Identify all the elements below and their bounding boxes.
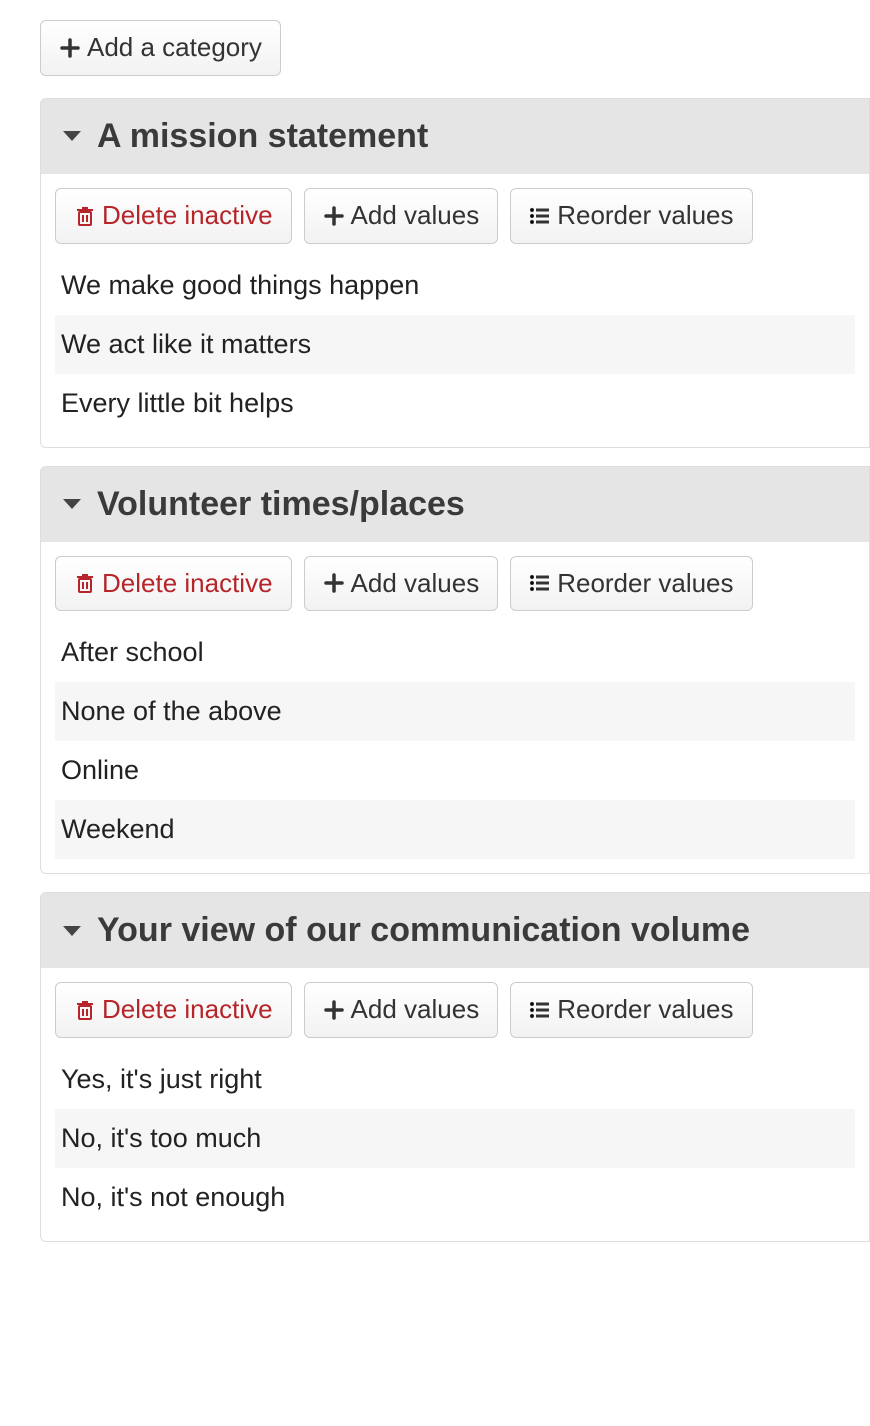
category-action-row: Delete inactive Add values Reorder values (55, 188, 855, 244)
category-title: Volunteer times/places (97, 485, 465, 524)
reorder-values-button[interactable]: Reorder values (510, 188, 752, 244)
add-values-label: Add values (351, 199, 480, 233)
category-action-row: Delete inactive Add values Reorder values (55, 556, 855, 612)
value-row[interactable]: None of the above (55, 682, 855, 741)
plus-icon (323, 572, 345, 594)
list-icon (529, 205, 551, 227)
delete-inactive-label: Delete inactive (102, 199, 273, 233)
value-row[interactable]: Yes, it's just right (55, 1050, 855, 1109)
value-row[interactable]: After school (55, 623, 855, 682)
reorder-values-label: Reorder values (557, 993, 733, 1027)
reorder-values-label: Reorder values (557, 199, 733, 233)
trash-icon (74, 999, 96, 1021)
delete-inactive-label: Delete inactive (102, 567, 273, 601)
add-category-button[interactable]: Add a category (40, 20, 281, 76)
category-panel: Volunteer times/places Delete inactive Add… (40, 466, 870, 875)
add-values-label: Add values (351, 567, 480, 601)
category-panel: Your view of our communication volume Del… (40, 892, 870, 1242)
caret-down-icon (63, 926, 81, 936)
delete-inactive-button[interactable]: Delete inactive (55, 556, 292, 612)
list-icon (529, 999, 551, 1021)
value-row[interactable]: We act like it matters (55, 315, 855, 374)
trash-icon (74, 205, 96, 227)
add-category-label: Add a category (87, 31, 262, 65)
value-row[interactable]: No, it's not enough (55, 1168, 855, 1227)
plus-icon (323, 999, 345, 1021)
caret-down-icon (63, 131, 81, 141)
reorder-values-button[interactable]: Reorder values (510, 556, 752, 612)
add-values-button[interactable]: Add values (304, 188, 499, 244)
category-header[interactable]: A mission statement (41, 99, 869, 174)
plus-icon (323, 205, 345, 227)
value-row[interactable]: Online (55, 741, 855, 800)
category-panel: A mission statement Delete inactive Add va… (40, 98, 870, 448)
caret-down-icon (63, 499, 81, 509)
category-body: Delete inactive Add values Reorder values Y… (41, 968, 869, 1241)
add-values-button[interactable]: Add values (304, 556, 499, 612)
trash-icon (74, 572, 96, 594)
plus-icon (59, 37, 81, 59)
add-values-button[interactable]: Add values (304, 982, 499, 1038)
value-row[interactable]: Every little bit helps (55, 374, 855, 433)
delete-inactive-button[interactable]: Delete inactive (55, 982, 292, 1038)
reorder-values-button[interactable]: Reorder values (510, 982, 752, 1038)
category-header[interactable]: Volunteer times/places (41, 467, 869, 542)
list-icon (529, 572, 551, 594)
category-action-row: Delete inactive Add values Reorder values (55, 982, 855, 1038)
category-body: Delete inactive Add values Reorder values A… (41, 542, 869, 874)
category-body: Delete inactive Add values Reorder values W… (41, 174, 869, 447)
value-row[interactable]: No, it's too much (55, 1109, 855, 1168)
reorder-values-label: Reorder values (557, 567, 733, 601)
value-row[interactable]: Weekend (55, 800, 855, 859)
add-values-label: Add values (351, 993, 480, 1027)
delete-inactive-button[interactable]: Delete inactive (55, 188, 292, 244)
delete-inactive-label: Delete inactive (102, 993, 273, 1027)
category-header[interactable]: Your view of our communication volume (41, 893, 869, 968)
value-row[interactable]: We make good things happen (55, 256, 855, 315)
category-title: A mission statement (97, 117, 428, 156)
category-title: Your view of our communication volume (97, 911, 750, 950)
